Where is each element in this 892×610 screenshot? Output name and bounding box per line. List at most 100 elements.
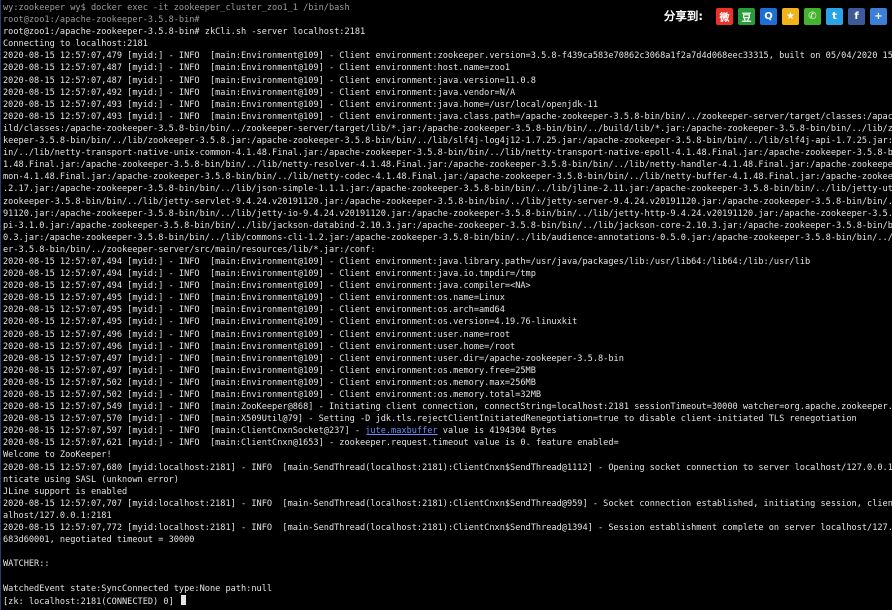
terminal-line-text: 0.3.jar:/apache-zookeeper-3.5.8-bin/bin/…: [3, 232, 892, 243]
terminal-line-text: 2020-08-15 12:57:07,495 [myid:] - INFO […: [3, 305, 505, 316]
weibo-icon[interactable]: 微: [716, 7, 733, 25]
terminal-line-text: zookeeper-3.5.8-bin/bin/../lib/jetty-ser…: [3, 196, 892, 207]
terminal-line-text: WatchedEvent state:SyncConnected type:No…: [3, 583, 273, 594]
terminal-line-text: 2020-08-15 12:57:07,497 [myid:] - INFO […: [3, 365, 536, 376]
terminal-line: 2020-08-15 12:57:07,502 [myid:] - INFO […: [3, 377, 892, 389]
terminal-line-text: 91120.jar:/apache-zookeeper-3.5.8-bin/bi…: [3, 208, 892, 219]
terminal-line: zookeeper-3.5.8-bin/bin/../lib/jetty-ser…: [3, 196, 892, 208]
terminal-line: 2020-08-15 12:57:07,549 [myid:] - INFO […: [3, 401, 892, 413]
terminal-line: ild/classes:/apache-zookeeper-3.5.8-bin/…: [3, 123, 892, 135]
terminal-line: 2020-08-15 12:57:07,772 [myid:localhost:…: [3, 522, 892, 534]
terminal-line-text: 2020-08-15 12:57:07,621 [myid:] - INFO […: [3, 438, 619, 449]
terminal-line-text: root@zoo1:/apache-zookeeper-3.5.8-bin#: [3, 15, 200, 26]
terminal-line: 2020-08-15 12:57:07,494 [myid:] - INFO […: [3, 256, 892, 268]
terminal-line-text: in/../lib/netty-transport-native-unix-co…: [3, 148, 892, 159]
terminal-line: 2020-08-15 12:57:07,493 [myid:] - INFO […: [3, 111, 892, 123]
terminal-line-text: WATCHER::: [3, 559, 50, 570]
terminal-line: 2020-08-15 12:57:07,495 [myid:] - INFO […: [3, 316, 892, 328]
terminal-line-text: JLine support is enabled: [3, 486, 128, 497]
wechat-icon[interactable]: ✆: [804, 7, 821, 25]
terminal-line-text: 2020-08-15 12:57:07,495 [myid:] - INFO […: [3, 293, 505, 304]
terminal-line-text: 2020-08-15 12:57:07,597 [myid:] - INFO […: [3, 426, 366, 437]
terminal-line: 2020-08-15 12:57:07,496 [myid:] - INFO […: [3, 341, 892, 353]
terminal-line-text: 2020-08-15 12:57:07,493 [myid:] - INFO […: [3, 99, 598, 110]
terminal-line: 0.3.jar:/apache-zookeeper-3.5.8-bin/bin/…: [3, 232, 892, 244]
terminal-line-text: 2020-08-15 12:57:07,487 [myid:] - INFO […: [3, 63, 511, 74]
terminal-line: WATCHER::: [3, 558, 892, 570]
terminal-line-text: 2020-08-15 12:57:07,497 [myid:] - INFO […: [3, 353, 624, 364]
terminal-line-text: 2020-08-15 12:57:07,707 [myid:localhost:…: [3, 498, 892, 509]
terminal-line-text: nticate using SASL (unknown error): [3, 474, 179, 485]
terminal-line: [zk: localhost:2181(CONNECTED) 0]: [3, 594, 892, 607]
share-icons: 微豆 Q ★ ✆ t f +: [711, 7, 887, 25]
terminal-line: 2020-08-15 12:57:07,497 [myid:] - INFO […: [3, 365, 892, 377]
terminal-line-text: mon-4.1.48.Final.jar:/apache-zookeeper-3…: [3, 172, 892, 183]
terminal-line: alhost/127.0.0.1:2181: [3, 510, 892, 522]
terminal-line-text: er-3.5.8-bin/bin/../zookeeper-server/src…: [3, 244, 376, 255]
terminal-line: 91120.jar:/apache-zookeeper-3.5.8-bin/bi…: [3, 208, 892, 220]
terminal-window[interactable]: wy:zookeeper wy$ docker exec -it zookeep…: [0, 0, 892, 610]
terminal-line: 2020-08-15 12:57:07,487 [myid:] - INFO […: [3, 62, 892, 74]
terminal-line: Welcome to ZooKeeper!: [3, 449, 892, 461]
terminal-line: pi-3.1.0.jar:/apache-zookeeper-3.5.8-bin…: [3, 220, 892, 232]
terminal-line: 2020-08-15 12:57:07,597 [myid:] - INFO […: [3, 425, 892, 437]
terminal-line-text: 2020-08-15 12:57:07,496 [myid:] - INFO […: [3, 341, 516, 352]
terminal-line: nticate using SASL (unknown error): [3, 474, 892, 486]
terminal-line-text: 2020-08-15 12:57:07,502 [myid:] - INFO […: [3, 390, 542, 400]
terminal-line-text: [zk: localhost:2181(CONNECTED) 0]: [3, 596, 179, 607]
terminal-line: 2020-08-15 12:57:07,495 [myid:] - INFO […: [3, 304, 892, 316]
terminal-line-text: 2020-08-15 12:57:07,502 [myid:] - INFO […: [3, 377, 536, 388]
terminal-line-text: 2020-08-15 12:57:07,479 [myid:] - INFO […: [3, 51, 892, 62]
terminal-line-text: .2.17.jar:/apache-zookeeper-3.5.8-bin/bi…: [3, 184, 892, 195]
share-label: 分享到:: [663, 9, 703, 23]
terminal-line: 2020-08-15 12:57:07,494 [myid:] - INFO […: [3, 268, 892, 280]
terminal-line-text: 683d60001, negotiated timeout = 30000: [3, 535, 195, 546]
qzone-icon[interactable]: ★: [782, 7, 799, 25]
terminal-cursor: [180, 594, 186, 605]
terminal-line: 1.48.Final.jar:/apache-zookeeper-3.5.8-b…: [3, 159, 892, 171]
qq-icon[interactable]: Q: [760, 7, 777, 25]
terminal-line: 2020-08-15 12:57:07,494 [myid:] - INFO […: [3, 280, 892, 292]
terminal-line: JLine support is enabled: [3, 486, 892, 498]
terminal-line: keeper-3.5.8-bin/bin/../lib/zookeeper-3.…: [3, 135, 892, 147]
terminal-line: 2020-08-15 12:57:07,707 [myid:localhost:…: [3, 498, 892, 510]
terminal-line-text: 2020-08-15 12:57:07,680 [myid:localhost:…: [3, 462, 892, 473]
terminal-line-text: keeper-3.5.8-bin/bin/../lib/zookeeper-3.…: [3, 136, 892, 147]
terminal-line: 2020-08-15 12:57:07,493 [myid:] - INFO […: [3, 99, 892, 111]
terminal-line: Connecting to localhost:2181: [3, 38, 892, 50]
terminal-line-text: ild/classes:/apache-zookeeper-3.5.8-bin/…: [3, 123, 892, 134]
terminal-line-text: 1.48.Final.jar:/apache-zookeeper-3.5.8-b…: [3, 160, 892, 171]
terminal-line: 2020-08-15 12:57:07,502 [myid:] - INFO […: [3, 389, 892, 401]
terminal-link[interactable]: jute.maxbuffer: [365, 426, 437, 436]
window-edge: [0, 0, 1, 610]
terminal-line-text: 2020-08-15 12:57:07,570 [myid:] - INFO […: [3, 414, 857, 425]
terminal-line: .2.17.jar:/apache-zookeeper-3.5.8-bin/bi…: [3, 183, 892, 195]
terminal-line-text: 2020-08-15 12:57:07,549 [myid:] - INFO […: [3, 402, 892, 413]
terminal-line: 2020-08-15 12:57:07,487 [myid:] - INFO […: [3, 75, 892, 87]
terminal-line: er-3.5.8-bin/bin/../zookeeper-server/src…: [3, 244, 892, 256]
douban-icon[interactable]: 豆: [738, 7, 755, 25]
terminal-line-text: 2020-08-15 12:57:07,492 [myid:] - INFO […: [3, 87, 516, 98]
terminal-line-text: 2020-08-15 12:57:07,487 [myid:] - INFO […: [3, 75, 536, 86]
terminal-line: mon-4.1.48.Final.jar:/apache-zookeeper-3…: [3, 171, 892, 183]
twitter-icon[interactable]: t: [826, 7, 843, 25]
terminal-line-text: 2020-08-15 12:57:07,494 [myid:] - INFO […: [3, 281, 531, 292]
terminal-line-text: Welcome to ZooKeeper!: [3, 450, 112, 461]
terminal-line-text: Connecting to localhost:2181: [3, 39, 148, 50]
terminal-line: 2020-08-15 12:57:07,479 [myid:] - INFO […: [3, 50, 892, 62]
terminal-line-text: root@zoo1:/apache-zookeeper-3.5.8-bin# z…: [3, 27, 366, 38]
terminal-line-text: wy:zookeeper wy$ docker exec -it zookeep…: [3, 3, 350, 13]
terminal-line: 683d60001, negotiated timeout = 30000: [3, 534, 892, 546]
terminal-line: 2020-08-15 12:57:07,680 [myid:localhost:…: [3, 462, 892, 474]
terminal-line-text: value is 4194304 Bytes: [437, 426, 557, 437]
facebook-icon[interactable]: f: [848, 7, 865, 25]
terminal-line: 2020-08-15 12:57:07,621 [myid:] - INFO […: [3, 437, 892, 449]
share-bar: 分享到: 微豆 Q ★ ✆ t f +: [646, 3, 892, 29]
terminal-output[interactable]: wy:zookeeper wy$ docker exec -it zookeep…: [3, 2, 892, 607]
terminal-line-text: 2020-08-15 12:57:07,494 [myid:] - INFO […: [3, 256, 811, 267]
more-share-icon[interactable]: +: [870, 7, 887, 25]
terminal-line-text: alhost/127.0.0.1:2181: [3, 510, 112, 521]
terminal-line-text: 2020-08-15 12:57:07,495 [myid:] - INFO […: [3, 317, 578, 328]
